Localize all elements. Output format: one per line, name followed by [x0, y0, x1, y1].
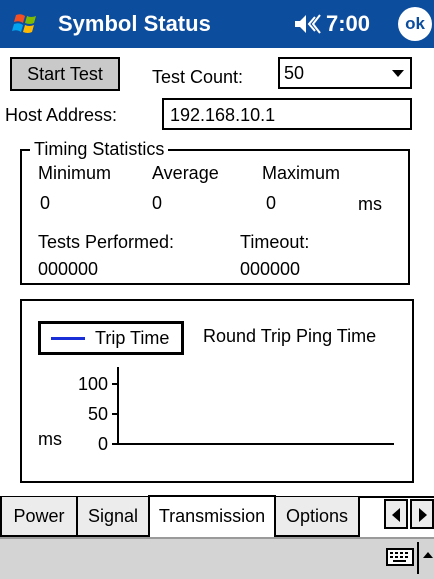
tab-options[interactable]: Options — [274, 497, 360, 537]
host-address-value: 192.168.10.1 — [170, 105, 276, 125]
tab-scroll-left-button[interactable] — [384, 499, 408, 529]
tab-scroll-right-button[interactable] — [410, 499, 434, 529]
tests-performed-label: Tests Performed: — [38, 232, 175, 252]
input-menu-arrow-icon[interactable] — [423, 552, 433, 558]
arrow-right-icon — [419, 508, 427, 522]
speaker-icon[interactable] — [294, 12, 322, 36]
timeout-label: Timeout: — [240, 232, 310, 252]
host-address-input[interactable]: 192.168.10.1 — [162, 98, 412, 130]
chevron-down-icon[interactable] — [392, 70, 404, 77]
timing-statistics-label: Timing Statistics — [30, 138, 169, 160]
tests-performed-value: 000000 — [38, 259, 99, 279]
keyboard-icon[interactable] — [386, 548, 414, 566]
test-count-value: 50 — [284, 63, 305, 83]
chart-title: Round Trip Ping Time — [203, 326, 377, 346]
clock[interactable]: 7:00 — [326, 0, 370, 48]
maximum-label: Maximum — [262, 163, 341, 183]
chart-legend: Trip Time — [38, 321, 184, 355]
test-count-label: Test Count: — [152, 67, 244, 87]
host-address-label: Host Address: — [5, 105, 118, 125]
average-value: 0 — [152, 193, 163, 213]
title-bar: Symbol Status 7:00 ok — [0, 0, 434, 48]
ms-unit-label: ms — [358, 194, 382, 214]
tab-signal[interactable]: Signal — [76, 497, 150, 537]
tab-power[interactable]: Power — [0, 497, 78, 537]
input-separator — [417, 542, 419, 574]
ok-button[interactable]: ok — [398, 7, 432, 41]
arrow-left-icon — [392, 508, 400, 522]
tab-transmission[interactable]: Transmission — [148, 495, 276, 537]
maximum-value: 0 — [266, 193, 277, 213]
legend-swatch — [51, 337, 85, 340]
timeout-value: 000000 — [240, 259, 301, 279]
start-test-button[interactable]: Start Test — [10, 57, 120, 91]
legend-label: Trip Time — [95, 328, 170, 348]
windows-start-icon[interactable] — [10, 8, 42, 40]
app-title: Symbol Status — [58, 11, 211, 36]
average-label: Average — [152, 163, 219, 183]
y-axis-unit-label: ms — [38, 429, 62, 449]
minimum-label: Minimum — [38, 163, 112, 183]
menu-bar — [0, 537, 434, 579]
minimum-value: 0 — [40, 193, 51, 213]
test-count-dropdown[interactable]: 50 — [278, 57, 412, 89]
